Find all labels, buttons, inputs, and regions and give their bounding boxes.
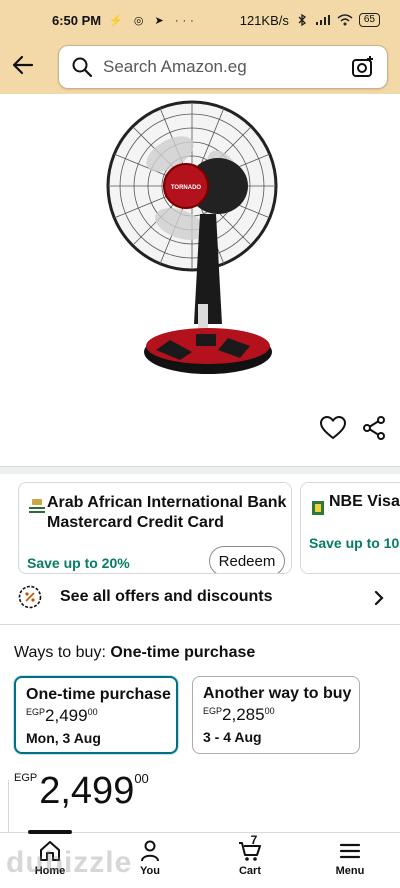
bank-logo-icon xyxy=(312,501,324,515)
price-whole: 2,285 xyxy=(222,705,265,724)
menu-icon xyxy=(339,843,361,859)
search-header: Search Amazon.eg xyxy=(0,40,400,94)
offer-title: Arab African International Bank Masterca… xyxy=(47,494,287,531)
ways-to-buy-prefix: Ways to buy: xyxy=(14,644,106,661)
home-icon xyxy=(40,841,60,861)
ways-to-buy-heading: Ways to buy: One-time purchase xyxy=(14,644,255,662)
person-icon xyxy=(141,840,159,862)
share-icon[interactable] xyxy=(362,416,386,440)
price-whole: 2,499 xyxy=(45,706,88,725)
product-price: EGP2,49900 xyxy=(14,770,149,813)
offer-savings: Save up to 20% xyxy=(27,555,130,571)
buy-option-delivery: 3 - 4 Aug xyxy=(203,729,262,745)
section-divider xyxy=(0,624,400,625)
bluetooth-icon xyxy=(298,14,306,26)
buy-option-title: One-time purchase xyxy=(26,686,171,703)
wifi-icon xyxy=(337,14,353,26)
nav-you-label: You xyxy=(140,865,160,877)
active-tab-indicator xyxy=(28,830,72,834)
price-whole: 2,499 xyxy=(39,770,135,812)
redeem-button[interactable]: Redeem xyxy=(209,546,285,573)
cart-count-badge: 7 xyxy=(250,833,258,847)
nav-cart[interactable]: 7 Cart xyxy=(210,833,290,877)
nav-cart-label: Cart xyxy=(238,865,261,877)
battery-indicator: 65 xyxy=(358,13,380,27)
nav-you[interactable]: You xyxy=(110,839,190,877)
chevron-right-icon xyxy=(374,590,384,606)
offer-title: NBE Visa xyxy=(329,493,400,510)
all-offers-label: See all offers and discounts xyxy=(60,588,273,605)
signal-icon xyxy=(315,15,330,25)
buy-option-price: EGP2,49900 xyxy=(26,706,166,726)
nav-home-label: Home xyxy=(34,865,66,877)
camera-search-icon[interactable] xyxy=(351,55,375,79)
buy-option-title: Another way to buy xyxy=(203,685,352,702)
buy-option-one-time[interactable]: One-time purchase EGP2,49900 Mon, 3 Aug xyxy=(14,676,178,754)
discount-badge-icon xyxy=(18,585,42,609)
section-divider xyxy=(0,466,400,474)
ways-to-buy-selected: One-time purchase xyxy=(110,644,256,661)
buy-option-delivery: Mon, 3 Aug xyxy=(26,730,101,746)
nav-home[interactable]: Home xyxy=(10,839,90,877)
wishlist-heart-icon[interactable] xyxy=(320,416,346,440)
nav-menu[interactable]: Menu xyxy=(310,839,390,877)
nav-menu-label: Menu xyxy=(335,865,365,877)
status-right-group: 121KB/s 65 xyxy=(240,13,380,28)
bottom-navigation: Home You 7 Cart Menu xyxy=(0,830,400,888)
network-speed: 121KB/s xyxy=(239,12,289,28)
status-bar: 6:50 PM ⚡ ◎ ➤ ··· 121KB/s 65 xyxy=(0,0,400,40)
price-fraction: 00 xyxy=(87,707,98,717)
price-currency: EGP xyxy=(14,772,38,784)
product-fan-image: TORNADO xyxy=(106,100,278,374)
buy-option-another[interactable]: Another way to buy EGP2,28500 3 - 4 Aug xyxy=(192,676,360,754)
status-notification-icons: ⚡ ◎ ➤ ··· xyxy=(109,14,198,27)
price-fraction: 00 xyxy=(264,706,275,716)
all-offers-row[interactable]: See all offers and discounts xyxy=(0,580,400,616)
offer-savings: Save up to 10 xyxy=(309,535,400,551)
back-arrow-icon[interactable] xyxy=(10,52,36,78)
fan-brand-text: TORNADO xyxy=(171,185,202,191)
search-input[interactable]: Search Amazon.eg xyxy=(58,45,388,89)
bank-offer-card[interactable]: NBE Visa Save up to 10 xyxy=(300,482,400,574)
price-fraction: 00 xyxy=(134,771,149,786)
currency-label: EGP xyxy=(203,706,223,716)
product-image-area[interactable]: TORNADO xyxy=(0,94,400,454)
bank-offer-card[interactable]: Arab African International Bank Masterca… xyxy=(18,482,292,574)
status-time: 6:50 PM xyxy=(52,12,102,28)
search-icon xyxy=(72,57,93,78)
bank-logo-icon xyxy=(29,499,45,513)
buy-option-price: EGP2,28500 xyxy=(203,705,349,725)
search-placeholder: Search Amazon.eg xyxy=(103,57,247,76)
currency-label: EGP xyxy=(26,707,46,717)
